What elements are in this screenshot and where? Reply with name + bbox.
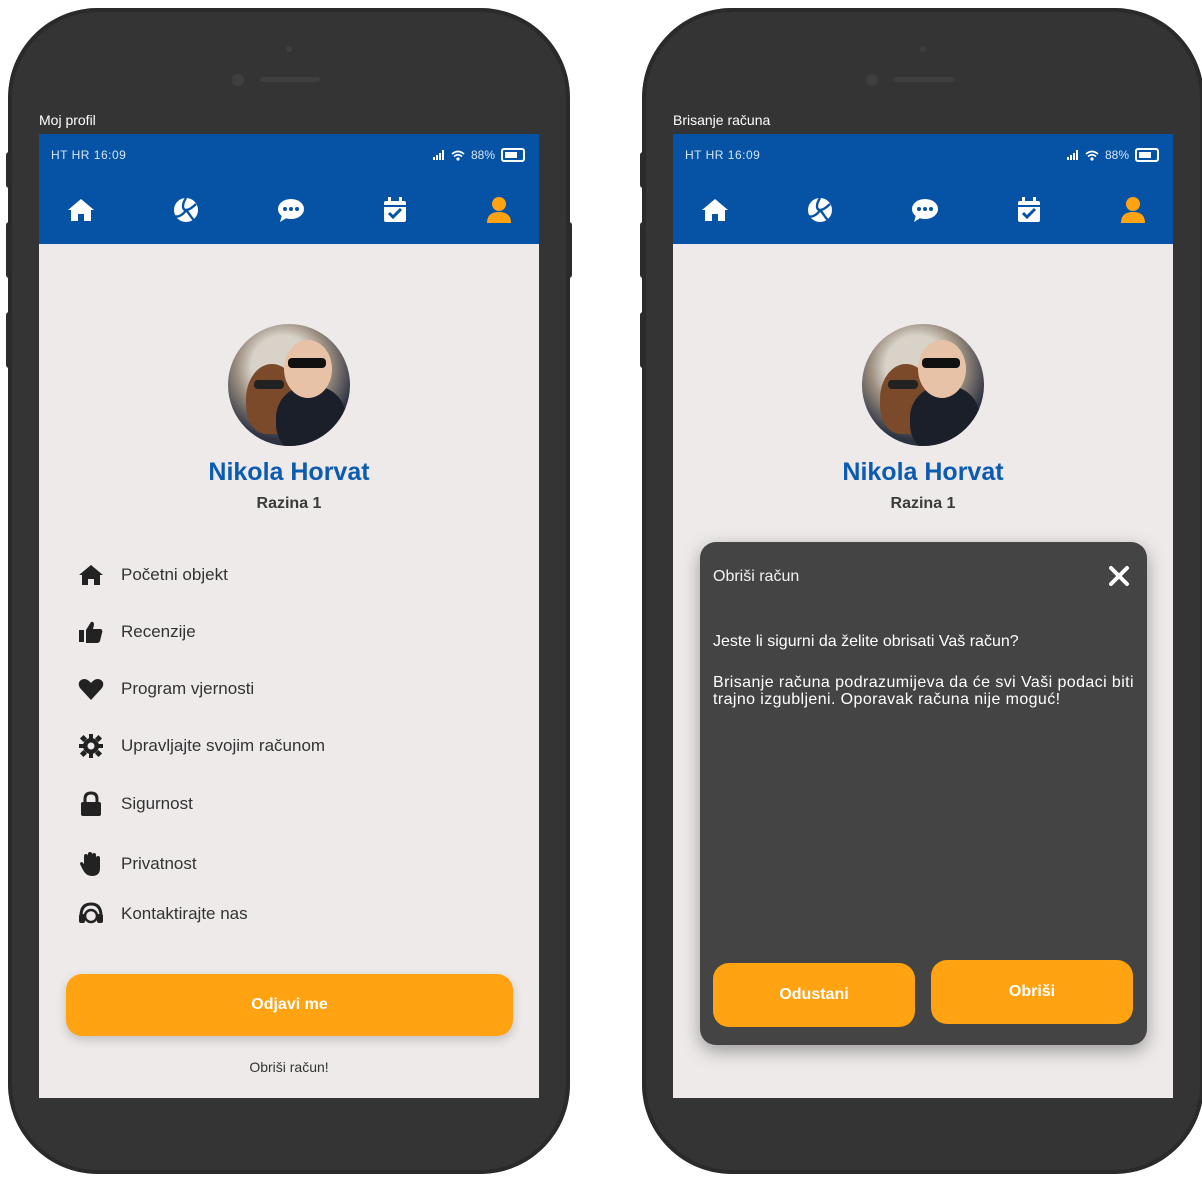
user-level: Razina 1 [890, 495, 956, 512]
volleyball-icon [808, 197, 832, 222]
status-bar: HT HR 16:09 88% [685, 148, 1159, 166]
battery-icon [501, 148, 525, 162]
menu-item-home-facility[interactable]: Početni objekt [77, 560, 228, 590]
menu-item-privacy[interactable]: Privatnost [77, 849, 197, 879]
volume-down-button [6, 312, 12, 368]
battery-icon [1135, 148, 1159, 162]
close-icon [1109, 566, 1129, 586]
cancel-button[interactable]: Odustani [713, 963, 915, 1027]
menu-item-security[interactable]: Sigurnost [77, 789, 193, 819]
user-name: Nikola Horvat [208, 458, 370, 486]
menu-item-contact[interactable]: Kontaktirajte nas [77, 899, 248, 929]
carrier-time: HT HR 16:09 [51, 148, 127, 162]
nav-chat[interactable] [905, 190, 945, 230]
dialog-title: Obriši račun [713, 568, 800, 585]
carrier-time: HT HR 16:09 [685, 148, 761, 162]
heart-icon [78, 679, 104, 700]
menu-item-manage-account[interactable]: Upravljajte svojim računom [77, 731, 325, 761]
phone-frame-profile: Moj profil HT HR 16:09 88% Nikola Horvat… [6, 8, 572, 1174]
delete-account-screen: HT HR 16:09 88% Nikola Horvat Razina 1 O… [673, 134, 1173, 1098]
nav-volleyball[interactable] [800, 190, 840, 230]
earpiece-speaker [260, 77, 320, 82]
delete-account-dialog: Obriši račun Jeste li sigurni da želite … [700, 542, 1147, 1045]
sensor-dot [286, 46, 292, 52]
home-icon [68, 199, 94, 221]
nav-calendar[interactable] [375, 190, 415, 230]
user-level: Razina 1 [256, 495, 322, 512]
nav-profile[interactable] [479, 190, 519, 230]
bottom-nav [673, 190, 1173, 230]
home-icon [79, 565, 103, 585]
calendar-check-icon [1018, 197, 1040, 222]
menu-item-label: Upravljajte svojim računom [121, 736, 326, 755]
volume-up-button [640, 222, 646, 278]
chat-icon [912, 199, 938, 222]
dialog-body: Brisanje računa podrazumijeva da će svi … [713, 674, 1134, 708]
headset-icon [79, 902, 103, 924]
user-icon [1121, 197, 1145, 223]
sensor-dot [920, 46, 926, 52]
lock-icon [81, 791, 101, 816]
status-indicators: 88% [1066, 148, 1159, 162]
profile-header: Nikola Horvat Razina 1 [39, 324, 539, 513]
nav-chat[interactable] [271, 190, 311, 230]
earpiece-speaker [894, 77, 954, 82]
logout-button[interactable]: Odjavi me [66, 974, 513, 1036]
calendar-check-icon [384, 197, 406, 222]
home-icon [702, 199, 728, 221]
nav-home[interactable] [61, 190, 101, 230]
dialog-close-button[interactable] [1107, 564, 1131, 588]
user-icon [487, 197, 511, 223]
menu-item-label: Privatnost [121, 854, 197, 873]
battery-percent: 88% [470, 148, 495, 162]
mute-switch [640, 152, 646, 188]
thumbs-up-icon [79, 621, 103, 643]
signal-icon [1066, 150, 1078, 160]
profile-screen: HT HR 16:09 88% Nikola Horvat Razina 1 P… [39, 134, 539, 1098]
menu-item-reviews[interactable]: Recenzije [77, 617, 196, 647]
menu-item-label: Recenzije [121, 622, 196, 641]
signal-icon [432, 150, 444, 160]
front-camera [232, 74, 244, 86]
phone-frame-delete-account: Brisanje računa HT HR 16:09 88% Nikola H… [640, 8, 1202, 1174]
gear-icon [79, 734, 103, 758]
app-header: HT HR 16:09 88% [673, 134, 1173, 244]
mute-switch [6, 152, 12, 188]
status-bar: HT HR 16:09 88% [51, 148, 525, 166]
nav-profile[interactable] [1113, 190, 1153, 230]
nav-volleyball[interactable] [166, 190, 206, 230]
menu-item-label: Sigurnost [121, 794, 193, 813]
app-header: HT HR 16:09 88% [39, 134, 539, 244]
status-indicators: 88% [432, 148, 525, 162]
volume-down-button [640, 312, 646, 368]
volume-up-button [6, 222, 12, 278]
front-camera [866, 74, 878, 86]
chat-icon [278, 199, 304, 222]
wifi-icon [451, 150, 465, 161]
menu-item-label: Kontaktirajte nas [121, 904, 248, 923]
battery-percent: 88% [1104, 148, 1129, 162]
delete-account-link[interactable]: Obriši račun! [39, 1059, 539, 1075]
wifi-icon [1085, 150, 1099, 161]
hand-icon [80, 852, 100, 876]
nav-calendar[interactable] [1009, 190, 1049, 230]
volleyball-icon [174, 197, 198, 222]
power-button [566, 222, 572, 278]
menu-item-loyalty[interactable]: Program vjernosti [77, 674, 254, 704]
menu-item-label: Program vjernosti [121, 679, 255, 698]
dialog-question: Jeste li sigurni da želite obrisati Vaš … [713, 633, 1019, 650]
user-name: Nikola Horvat [842, 458, 1004, 486]
frame-label: Moj profil [39, 112, 96, 128]
avatar[interactable] [862, 324, 984, 446]
confirm-delete-button[interactable]: Obriši [931, 960, 1133, 1024]
frame-label: Brisanje računa [673, 112, 771, 128]
bottom-nav [39, 190, 539, 230]
menu-item-label: Početni objekt [121, 565, 228, 584]
profile-header: Nikola Horvat Razina 1 [673, 324, 1173, 513]
nav-home[interactable] [695, 190, 735, 230]
avatar[interactable] [228, 324, 350, 446]
